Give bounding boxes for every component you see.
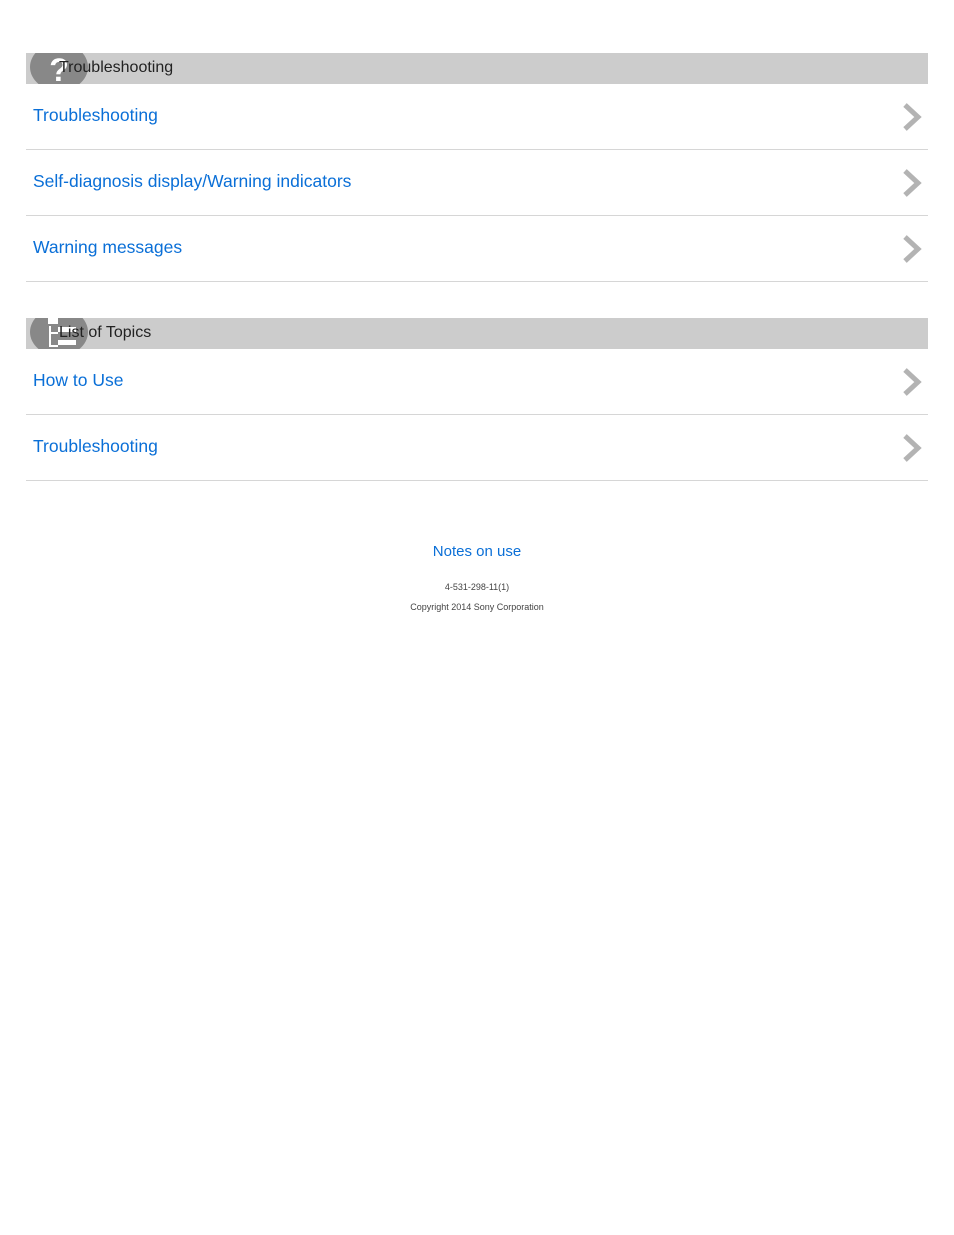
chevron-right-icon — [903, 169, 922, 197]
link-self-diagnosis[interactable]: Self-diagnosis display/Warning indicator… — [33, 171, 351, 191]
list-item-how-to-use[interactable]: How to Use — [26, 349, 928, 415]
link-troubleshooting[interactable]: Troubleshooting — [33, 105, 158, 125]
list-item-troubleshooting[interactable]: Troubleshooting — [26, 84, 928, 150]
copyright-text: Copyright 2014 Sony Corporation — [410, 602, 544, 612]
list-of-topics-section: List of Topics How to Use Troubleshootin… — [26, 318, 928, 481]
chevron-right-icon — [903, 368, 922, 396]
list-item-warning-messages[interactable]: Warning messages — [26, 216, 928, 282]
notes-on-use-link[interactable]: Notes on use — [0, 543, 954, 561]
section-header-list-of-topics: List of Topics — [26, 318, 928, 349]
section-header-troubleshooting: ? Troubleshooting — [26, 53, 928, 84]
list-item-self-diagnosis[interactable]: Self-diagnosis display/Warning indicator… — [26, 150, 928, 216]
link-how-to-use[interactable]: How to Use — [33, 370, 123, 390]
chevron-right-icon — [903, 103, 922, 131]
link-troubleshooting[interactable]: Troubleshooting — [33, 436, 158, 456]
troubleshooting-section: ? Troubleshooting Troubleshooting Self-d… — [26, 53, 928, 282]
chevron-right-icon — [903, 235, 922, 263]
chevron-right-icon — [903, 434, 922, 462]
link-warning-messages[interactable]: Warning messages — [33, 237, 182, 257]
section-title: Troubleshooting — [59, 59, 174, 76]
document-number: 4-531-298-11(1) — [444, 582, 510, 592]
section-title: List of Topics — [59, 324, 152, 341]
list-item-troubleshooting-topics[interactable]: Troubleshooting — [26, 415, 928, 481]
notes-on-use-label[interactable]: Notes on use — [433, 543, 521, 560]
